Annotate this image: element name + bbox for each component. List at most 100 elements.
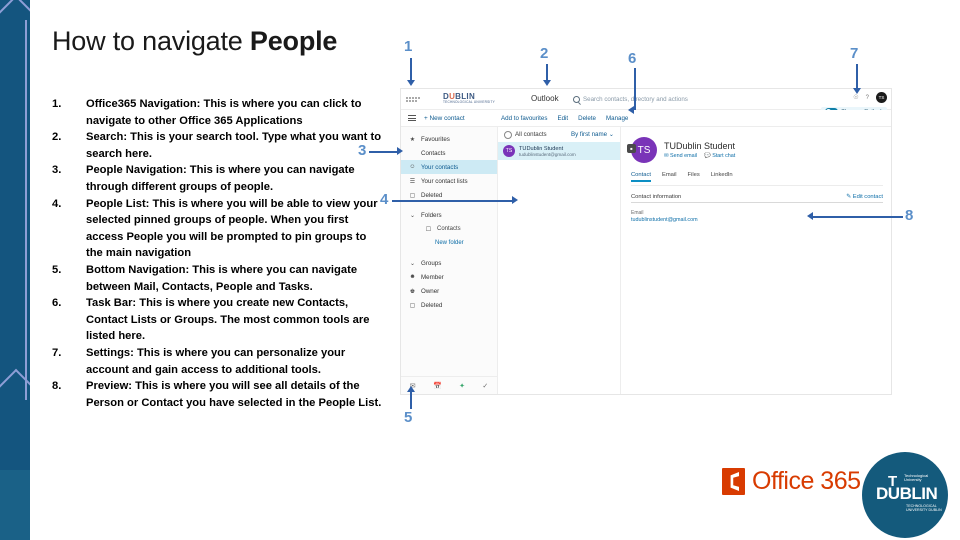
select-all-icon[interactable] — [504, 130, 512, 139]
calendar-icon[interactable]: 📅 — [433, 382, 442, 390]
office365-logo: Office 365 — [722, 467, 861, 496]
sort-dropdown[interactable]: By first name ⌄ — [571, 131, 614, 138]
page-title: How to navigate People — [52, 26, 337, 57]
tab-linkedin[interactable]: LinkedIn — [711, 172, 733, 182]
list-item-number: 5. — [52, 263, 62, 276]
sidebar-item-label: Member — [421, 273, 444, 281]
list-item[interactable]: TS TUDublin Student tudublinstudent@gmai… — [498, 142, 620, 160]
chevron-down-icon: ⌄ — [409, 212, 416, 219]
list-item-text: Search: This is your search tool. Type w… — [86, 131, 382, 160]
sidebar-item-your-contact-lists[interactable]: ☰ Your contact lists — [401, 174, 497, 188]
send-email-button[interactable]: ✉ Send email — [664, 153, 697, 159]
tud-subtitle-bottom: TECHNOLOGICAL UNIVERSITY DUBLIN — [906, 504, 942, 513]
trash-icon: ▢ — [409, 192, 416, 199]
all-contacts-label: All contacts — [515, 131, 547, 138]
sidebar-item-member[interactable]: ☻ Member — [401, 270, 497, 284]
manage-button[interactable]: Manage — [606, 115, 628, 122]
tasks-icon[interactable]: ✓ — [482, 382, 488, 390]
callout-arrowhead-8 — [807, 212, 813, 220]
callout-arrowhead-3 — [397, 147, 403, 155]
section-title: Contact information — [631, 194, 682, 200]
sidebar-item-your-contacts[interactable]: ☺ Your contacts — [401, 160, 497, 174]
callout-arrowhead-7 — [853, 88, 861, 94]
help-icon[interactable]: ? — [866, 95, 869, 101]
callout-line-3 — [369, 151, 399, 153]
list-item-number: 4. — [52, 197, 62, 210]
sidebar-item-label: Groups — [421, 259, 442, 267]
sidebar-group-groups[interactable]: ⌄ Groups — [401, 256, 497, 270]
callout-arrowhead-4 — [512, 196, 518, 204]
tud-subtitle-top: Technological University — [904, 473, 929, 483]
list-item: 3. People Navigation: This is where you … — [52, 162, 382, 195]
sidebar-group-folders[interactable]: ⌄ Folders — [401, 208, 497, 222]
contact-email: tudublinstudent@gmail.com — [519, 151, 576, 157]
tab-files[interactable]: Files — [687, 172, 699, 182]
sidebar-item-folder-contacts[interactable]: ☐ Contacts — [401, 222, 497, 236]
edit-contact-button[interactable]: ✎ Edit contact — [846, 194, 883, 200]
list-item-text: Settings: This is where you can personal… — [86, 346, 346, 376]
sidebar-item-groups-deleted[interactable]: ▢ Deleted — [401, 298, 497, 312]
tab-contact[interactable]: Contact — [631, 172, 651, 182]
list-item-text: Task Bar: This is where you create new C… — [86, 297, 370, 343]
app-launcher-icon[interactable] — [401, 96, 420, 102]
list-item: 1. Office365 Navigation: This is where y… — [52, 96, 382, 129]
people-icon[interactable]: ✦ — [459, 382, 465, 390]
vertical-line-decor — [25, 20, 27, 400]
avatar[interactable]: TS — [876, 92, 887, 103]
list-item-text: Office365 Navigation: This is where you … — [86, 98, 362, 127]
app-name-label: Outlook — [531, 94, 559, 103]
sort-label: By first name — [570, 131, 608, 138]
list-icon: ☰ — [409, 178, 416, 185]
contact-info: TUDublin Student tudublinstudent@gmail.c… — [519, 146, 576, 157]
sidebar-item-contacts[interactable]: Contacts — [401, 146, 497, 160]
app-body: ★ Favourites Contacts ☺ Your contacts ☰ … — [401, 127, 891, 394]
list-item-text: People List: This is where you will be a… — [86, 197, 378, 260]
list-item: 8. Preview: This is where you will see a… — [52, 378, 382, 411]
skype-icon[interactable]: ☉ — [853, 94, 858, 101]
sidebar-item-label: New folder — [435, 240, 464, 246]
callout-arrowhead-1 — [407, 80, 415, 86]
contact-information-section: Contact information ✎ Edit contact — [631, 194, 883, 200]
tab-email[interactable]: Email — [662, 172, 677, 182]
callout-number-4: 4 — [380, 191, 389, 208]
start-chat-button[interactable]: 💬 Start chat — [704, 153, 735, 159]
callout-number-1: 1 — [404, 38, 413, 55]
tud-du: DU — [876, 484, 900, 503]
preview-tabs: Contact Email Files LinkedIn — [631, 172, 883, 186]
tudublin-logo: DUBLIN TECHNOLOGICAL UNIVERSITY — [443, 92, 495, 104]
tudublin-logo-footer: T DUBLIN Technological University TECHNO… — [862, 452, 948, 538]
all-contacts-label-group: All contacts — [504, 130, 547, 139]
list-item-number: 2. — [52, 131, 62, 144]
callout-line-7 — [856, 64, 858, 90]
callout-number-6: 6 — [628, 50, 637, 67]
list-item-text: Preview: This is where you will see all … — [86, 380, 382, 409]
new-contact-button[interactable]: + New contact — [424, 115, 465, 122]
list-item-number: 8. — [52, 380, 62, 393]
chevron-decor-bottom — [0, 368, 30, 460]
brand-subtitle: TECHNOLOGICAL UNIVERSITY — [443, 100, 495, 104]
decorative-left-band — [0, 0, 30, 540]
sidebar-item-label: Your contacts — [421, 163, 459, 171]
list-item: 4. People List: This is where you will b… — [52, 196, 382, 262]
delete-button[interactable]: Delete — [578, 115, 596, 122]
people-list: All contacts By first name ⌄ TS TUDublin… — [498, 127, 621, 394]
list-item-number: 6. — [52, 297, 62, 310]
search-input[interactable]: Search contacts, directory and actions — [573, 93, 758, 105]
tud-blin: BLIN — [899, 484, 938, 503]
callout-line-6 — [634, 68, 636, 110]
people-list-header: All contacts By first name ⌄ — [498, 127, 620, 142]
edit-button[interactable]: Edit — [557, 115, 568, 122]
add-to-favourites-button[interactable]: Add to favourites — [501, 115, 547, 122]
sidebar-item-new-folder[interactable]: New folder — [401, 236, 497, 250]
sidebar-item-favourites[interactable]: ★ Favourites — [401, 132, 497, 146]
command-bar: + New contact Add to favourites Edit Del… — [401, 110, 891, 127]
callout-line-5 — [410, 391, 412, 409]
callout-number-5: 5 — [404, 409, 413, 426]
hamburger-icon[interactable] — [408, 113, 416, 122]
sidebar-item-owner[interactable]: ♚ Owner — [401, 284, 497, 298]
sidebar-item-label: Folders — [421, 211, 442, 219]
sidebar-item-label: Contacts — [437, 226, 461, 232]
chevron-down-icon: ⌄ — [409, 260, 416, 267]
list-item-text: Bottom Navigation: This is where you can… — [86, 263, 358, 293]
callout-line-4 — [392, 200, 514, 202]
